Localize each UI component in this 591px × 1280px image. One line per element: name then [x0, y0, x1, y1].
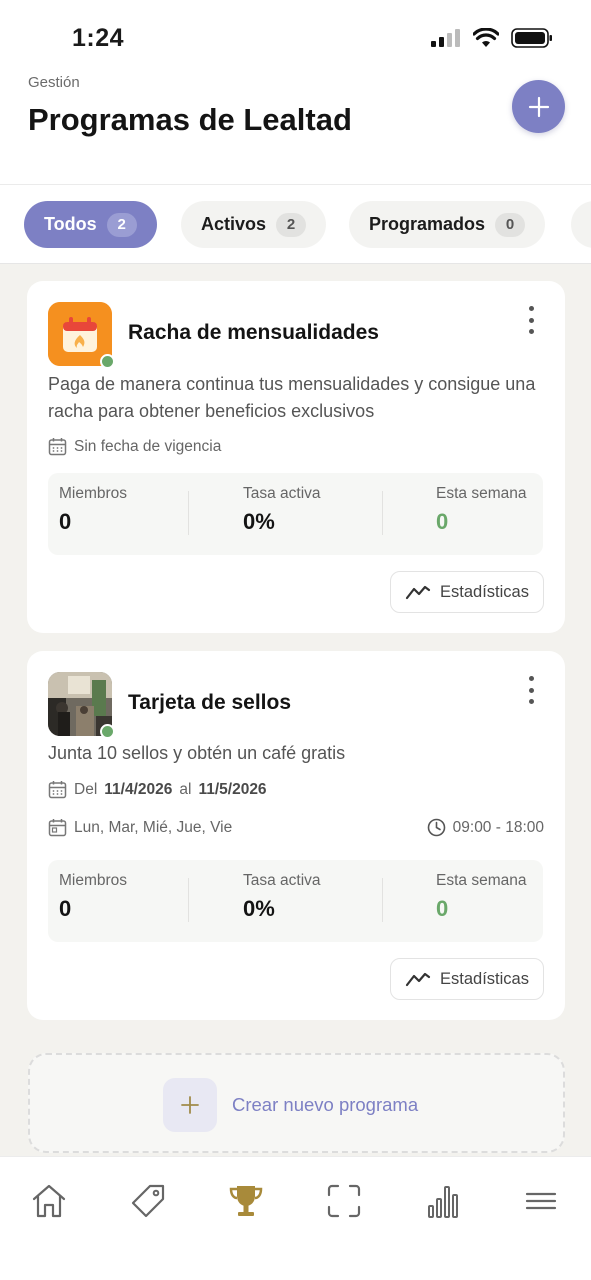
tab-count-badge: 2	[106, 212, 137, 237]
more-options-button[interactable]	[527, 306, 535, 334]
tab-programados[interactable]: Programados 0	[349, 201, 546, 248]
tab-count-badge: 0	[495, 212, 526, 237]
create-plus-tile	[163, 1078, 217, 1132]
program-days: Lun, Mar, Mié, Jue, Vie	[48, 818, 232, 837]
nav-home[interactable]	[27, 1179, 71, 1223]
more-options-button[interactable]	[527, 676, 535, 704]
stat-label: Miembros	[59, 485, 128, 502]
stat-label: Esta semana	[436, 485, 527, 502]
chart-icon	[428, 1186, 458, 1218]
status-time: 1:24	[72, 24, 125, 52]
stat-label: Miembros	[59, 872, 128, 889]
trend-icon	[405, 585, 431, 600]
calendar-streak-icon	[48, 302, 115, 369]
divider	[188, 491, 189, 535]
stat-label: Tasa activa	[243, 485, 321, 502]
divider	[188, 878, 189, 922]
create-program-label: Crear nuevo programa	[232, 1094, 419, 1115]
program-description: Junta 10 sellos y obtén un café gratis	[48, 743, 346, 763]
tab-count-badge: 2	[276, 212, 307, 237]
clock-icon	[427, 818, 445, 837]
trophy-icon	[229, 1186, 263, 1216]
statistics-button[interactable]: Estadísticas	[390, 571, 544, 613]
calendar-icon	[48, 438, 67, 456]
section-eyebrow: Gestión	[28, 74, 80, 91]
tab-activos[interactable]: Activos 2	[181, 201, 327, 248]
stat-value: 0	[436, 509, 449, 534]
cafe-photo	[48, 672, 115, 739]
statistics-label: Estadísticas	[440, 582, 529, 601]
stat-value: 0%	[243, 896, 275, 921]
battery-icon	[511, 28, 552, 48]
stat-label: Esta semana	[436, 872, 527, 889]
plus-icon	[181, 1096, 199, 1114]
hours-text: 09:00 - 18:00	[452, 818, 544, 836]
calendar-day-icon	[48, 819, 67, 837]
validity-text: Sin fecha de vigencia	[74, 437, 222, 455]
divider	[382, 491, 383, 535]
trend-icon	[405, 972, 431, 987]
status-dot	[100, 724, 115, 739]
stat-value: 0%	[243, 509, 275, 534]
program-card[interactable]: Racha de mensualidades Paga de manera co…	[27, 281, 565, 633]
program-title: Tarjeta de sellos	[128, 691, 292, 714]
signal-icon	[431, 29, 460, 47]
stat-active-rate: Tasa activa 0%	[243, 485, 321, 535]
program-date-range: Del 11/4/2026 al 11/5/2026	[48, 780, 267, 799]
page-title: Programas de Lealtad	[28, 102, 352, 137]
tab-todos[interactable]: Todos 2	[24, 201, 157, 248]
plus-icon	[528, 96, 549, 117]
status-dot	[100, 354, 115, 369]
status-bar: 1:24	[0, 0, 591, 70]
tab-label: Activos	[201, 214, 267, 234]
tab-label: Todos	[44, 214, 97, 234]
stat-this-week: Esta semana 0	[436, 872, 526, 922]
stat-this-week: Esta semana 0	[436, 485, 526, 535]
nav-reports[interactable]	[421, 1179, 465, 1223]
stat-active-rate: Tasa activa 0%	[243, 872, 321, 922]
program-description: Paga de manera continua tus mensualidade…	[48, 374, 536, 421]
program-stats: Miembros 0 Tasa activa 0% Esta semana 0	[48, 473, 543, 555]
program-validity: Sin fecha de vigencia	[48, 437, 221, 456]
tab-overflow[interactable]	[571, 201, 591, 248]
date-to: 11/5/2026	[198, 780, 267, 798]
program-hours: 09:00 - 18:00	[427, 818, 544, 837]
date-from: 11/4/2026	[104, 780, 173, 798]
scan-icon	[327, 1184, 361, 1218]
tag-icon	[131, 1184, 165, 1218]
stat-value: 0	[59, 896, 72, 921]
program-card[interactable]: Tarjeta de sellos Junta 10 sellos y obté…	[27, 651, 565, 1020]
nav-loyalty[interactable]	[224, 1179, 268, 1223]
home-icon	[32, 1184, 66, 1218]
nav-scan[interactable]	[322, 1179, 366, 1223]
program-title: Racha de mensualidades	[128, 321, 379, 344]
stat-members: Miembros 0	[59, 485, 127, 535]
tab-label: Programados	[369, 214, 486, 234]
menu-icon	[525, 1192, 557, 1210]
divider	[382, 878, 383, 922]
create-program-button[interactable]: Crear nuevo programa	[28, 1053, 565, 1153]
filter-tabs: Todos 2 Activos 2 Programados 0	[0, 184, 591, 264]
status-icons	[431, 28, 553, 48]
date-separator: al	[179, 780, 192, 798]
nav-tags[interactable]	[126, 1179, 170, 1223]
add-program-button[interactable]	[512, 80, 565, 133]
program-stats: Miembros 0 Tasa activa 0% Esta semana 0	[48, 860, 543, 942]
stat-label: Tasa activa	[243, 872, 321, 889]
page-header: Gestión Programas de Lealtad	[0, 70, 591, 184]
stat-value: 0	[59, 509, 72, 534]
bottom-nav	[0, 1156, 591, 1280]
stat-value: 0	[436, 896, 449, 921]
stat-members: Miembros 0	[59, 872, 127, 922]
calendar-icon	[48, 781, 67, 799]
statistics-button[interactable]: Estadísticas	[390, 958, 544, 1000]
date-prefix: Del	[74, 780, 98, 798]
days-text: Lun, Mar, Mié, Jue, Vie	[74, 818, 233, 836]
statistics-label: Estadísticas	[440, 969, 529, 988]
wifi-icon	[473, 28, 499, 47]
nav-menu[interactable]	[519, 1179, 563, 1223]
